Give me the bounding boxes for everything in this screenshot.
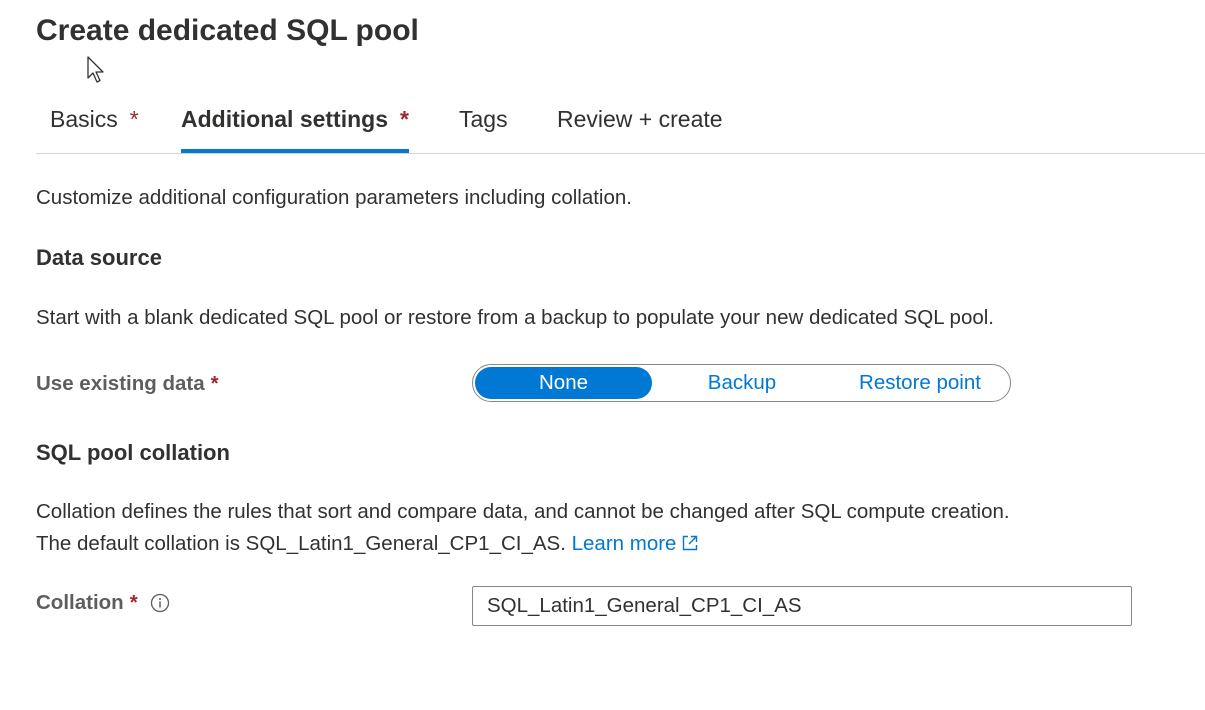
use-existing-data-label: Use existing data * (36, 372, 219, 396)
required-marker: * (129, 106, 139, 132)
required-marker: * (210, 372, 219, 395)
tab-bar: Basics * Additional settings * Tags Review… (36, 100, 1205, 154)
data-source-heading: Data source (36, 245, 162, 270)
required-marker: * (400, 106, 409, 132)
learn-more-text: Learn more (571, 532, 677, 555)
option-backup[interactable]: Backup (654, 367, 830, 399)
intro-text: Customize additional configuration param… (36, 186, 632, 209)
field-label-text: Collation (36, 591, 124, 614)
data-source-description: Start with a blank dedicated SQL pool or… (36, 306, 994, 329)
required-marker: * (129, 591, 138, 614)
tab-basics[interactable]: Basics * (50, 106, 139, 152)
tab-label: Review + create (557, 106, 723, 132)
info-icon[interactable] (150, 593, 170, 613)
tab-label: Tags (459, 106, 508, 132)
tab-label: Additional settings (181, 106, 388, 132)
option-restore-point[interactable]: Restore point (832, 367, 1008, 399)
field-label-text: Use existing data (36, 372, 205, 395)
page-title: Create dedicated SQL pool (36, 14, 419, 47)
collation-description-line2: The default collation is SQL_Latin1_Gene… (36, 532, 699, 556)
create-sql-pool-page: Create dedicated SQL pool Basics * Additi… (0, 0, 1205, 710)
tab-tags[interactable]: Tags (459, 106, 508, 152)
collation-label: Collation * (36, 591, 170, 615)
learn-more-link[interactable]: Learn more (572, 532, 700, 555)
use-existing-data-toggle: None Backup Restore point (472, 364, 1011, 402)
default-collation-text: The default collation is SQL_Latin1_Gene… (36, 532, 566, 555)
collation-description-line1: Collation defines the rules that sort an… (36, 500, 1010, 523)
collation-heading: SQL pool collation (36, 440, 230, 465)
external-link-icon (683, 535, 698, 551)
tab-label: Basics (50, 106, 118, 132)
tab-review-create[interactable]: Review + create (557, 106, 723, 152)
option-none[interactable]: None (475, 367, 652, 399)
mouse-cursor-icon (87, 56, 104, 83)
collation-input[interactable] (472, 586, 1132, 626)
tab-additional-settings[interactable]: Additional settings * (181, 106, 409, 153)
